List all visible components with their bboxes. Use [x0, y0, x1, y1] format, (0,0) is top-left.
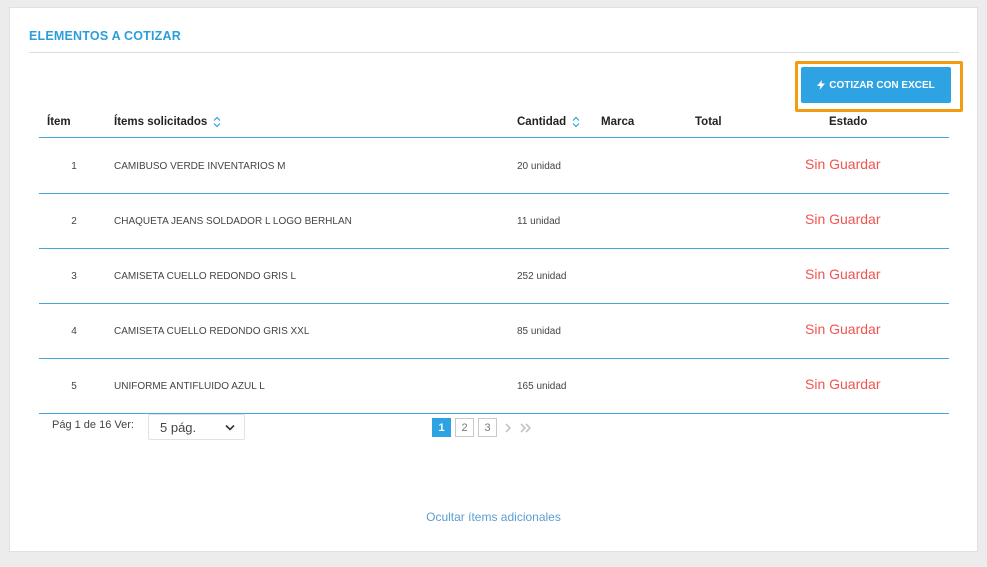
header-estado-label: Estado — [829, 116, 868, 128]
row-status: Sin Guardar — [805, 211, 881, 227]
cotizar-con-excel-button[interactable]: COTIZAR CON EXCEL — [801, 67, 951, 103]
row-number: 1 — [71, 161, 77, 172]
quote-panel: ELEMENTOS A COTIZAR COTIZAR CON EXCEL Ít… — [9, 7, 978, 552]
row-number: 3 — [71, 271, 77, 282]
title-divider — [29, 52, 959, 53]
chevron-right-icon[interactable] — [501, 422, 515, 434]
hide-additional-items-link[interactable]: Ocultar ítems adicionales — [0, 510, 987, 524]
row-quantity: 165 unidad — [517, 381, 567, 392]
header-item-label: Ítem — [47, 116, 71, 128]
table-header: Ítem Ítems solicitados Cantidad Marca To… — [39, 108, 949, 138]
row-item-name: CAMISETA CUELLO REDONDO GRIS XXL — [114, 326, 310, 337]
double-chevron-right-icon[interactable] — [519, 422, 533, 434]
table-row: 4 CAMISETA CUELLO REDONDO GRIS XXL 85 un… — [39, 304, 949, 359]
row-quantity: 20 unidad — [517, 161, 561, 172]
table-row: 5 UNIFORME ANTIFLUIDO AZUL L 165 unidad … — [39, 359, 949, 414]
row-status: Sin Guardar — [805, 266, 881, 282]
page-3-button[interactable]: 3 — [478, 418, 497, 437]
row-quantity: 252 unidad — [517, 271, 567, 282]
header-cantidad: Cantidad — [517, 116, 581, 128]
per-page-value: 5 pág. — [160, 419, 197, 435]
row-quantity: 85 unidad — [517, 326, 561, 337]
row-number: 2 — [71, 216, 77, 227]
header-total-label: Total — [695, 116, 722, 128]
bolt-icon — [817, 80, 826, 90]
row-number: 5 — [71, 381, 77, 392]
table-row: 3 CAMISETA CUELLO REDONDO GRIS L 252 uni… — [39, 249, 949, 304]
row-item-name: CHAQUETA JEANS SOLDADOR L LOGO BERHLAN — [114, 216, 352, 227]
per-page-select[interactable]: 5 pág. — [148, 414, 245, 440]
page-1-button[interactable]: 1 — [432, 418, 451, 437]
section-title: ELEMENTOS A COTIZAR — [29, 29, 181, 43]
header-estado: Estado — [829, 116, 867, 128]
header-marca: Marca — [601, 116, 634, 128]
pagination: 1 2 3 — [432, 418, 533, 437]
sort-icon[interactable] — [571, 116, 581, 128]
header-solicitados-label: Ítems solicitados — [114, 116, 208, 128]
header-marca-label: Marca — [601, 116, 635, 128]
row-item-name: UNIFORME ANTIFLUIDO AZUL L — [114, 381, 265, 392]
header-item: Ítem — [47, 116, 71, 128]
row-quantity: 11 unidad — [517, 216, 561, 227]
chevron-down-icon — [225, 424, 235, 431]
row-item-name: CAMIBUSO VERDE INVENTARIOS M — [114, 161, 286, 172]
table-row: 2 CHAQUETA JEANS SOLDADOR L LOGO BERHLAN… — [39, 194, 949, 249]
header-cantidad-label: Cantidad — [517, 116, 567, 128]
row-number: 4 — [71, 326, 77, 337]
header-solicitados: Ítems solicitados — [114, 116, 222, 128]
table-row: 1 CAMIBUSO VERDE INVENTARIOS M 20 unidad… — [39, 139, 949, 194]
row-status: Sin Guardar — [805, 156, 881, 172]
header-total: Total — [695, 116, 722, 128]
row-item-name: CAMISETA CUELLO REDONDO GRIS L — [114, 271, 297, 282]
excel-button-label: COTIZAR CON EXCEL — [829, 79, 935, 91]
page-2-button[interactable]: 2 — [455, 418, 474, 437]
row-status: Sin Guardar — [805, 376, 881, 392]
row-status: Sin Guardar — [805, 321, 881, 337]
pagination-info: Pág 1 de 16 Ver: — [52, 419, 134, 431]
sort-icon[interactable] — [212, 116, 222, 128]
